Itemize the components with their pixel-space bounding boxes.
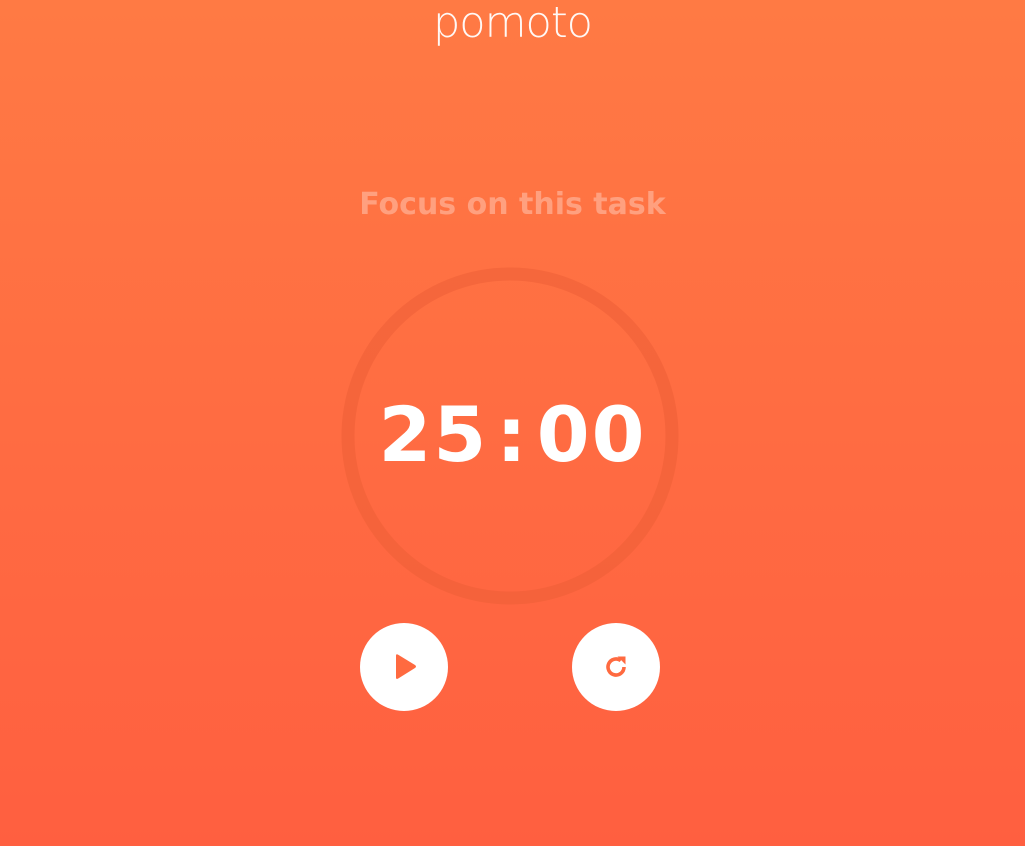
timer-separator: : xyxy=(496,390,529,479)
timer-display: 25:00 xyxy=(0,392,1025,478)
refresh-icon xyxy=(606,656,626,677)
timer-seconds: 00 xyxy=(536,390,647,479)
timer-minutes: 25 xyxy=(378,390,489,479)
play-button[interactable] xyxy=(360,623,448,711)
play-icon xyxy=(396,654,416,679)
task-label: Focus on this task xyxy=(359,187,666,222)
pomodoro-app: pomoto Focus on this task 25:00 xyxy=(0,0,1025,846)
reset-button[interactable] xyxy=(572,623,660,711)
app-logo: pomoto xyxy=(433,0,593,48)
